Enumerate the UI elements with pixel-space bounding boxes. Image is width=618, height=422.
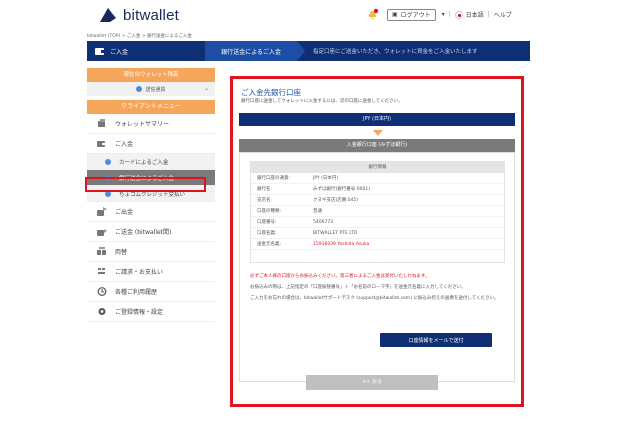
sidebar-item-transfer[interactable]: ご送金 (bitwallet間) xyxy=(87,222,215,242)
settings-icon xyxy=(97,307,107,316)
summary-icon xyxy=(97,119,107,128)
currency-bar: JPY (日本円) xyxy=(239,113,515,126)
sidebar-item-invoice[interactable]: ご請求・お支払い xyxy=(87,262,215,282)
step-bar: ご入金 銀行送金によるご入金 指定口座にご送金いただき、ウォレットに資金をご入金… xyxy=(87,41,530,61)
step-description: 指定口座にご送金いただき、ウォレットに資金をご入金いたします xyxy=(313,49,478,55)
language-selector[interactable]: 日本語 xyxy=(466,10,484,19)
sidebar-item-label: ご送金 (bitwallet間) xyxy=(115,229,172,236)
sidebar-item-label: ご入金 xyxy=(115,141,134,148)
exchange-icon xyxy=(97,247,107,256)
arrow-down-icon xyxy=(373,130,383,136)
notification-bell-icon[interactable] xyxy=(366,8,379,21)
sidebar-item-card-deposit[interactable]: カードによるご入金 xyxy=(87,154,215,170)
brand-name: bitwallet xyxy=(123,6,179,24)
currency-icon xyxy=(136,86,143,92)
step-deposit: ご入金 xyxy=(87,41,205,61)
bitwallet-logo-icon xyxy=(98,6,118,24)
row-key: 銀行口座の通貨: xyxy=(257,176,291,181)
invoice-icon xyxy=(97,267,107,276)
step-deposit-label: ご入金 xyxy=(110,48,129,56)
sidebar-item-label: ご請求・お支払い xyxy=(115,269,164,276)
wallet-balance-heading: 現在のウォレット残高 xyxy=(87,68,215,82)
email-account-info-button[interactable]: 口座情報をメールで送付 xyxy=(380,333,492,347)
language-chevron-icon: ▾ xyxy=(441,11,445,18)
step-bank-transfer-label: 銀行送金によるご入金 xyxy=(221,48,281,56)
sidebar-item-label: カードによるご入金 xyxy=(119,159,169,166)
row-key: 口座番号: xyxy=(257,220,277,225)
row-key: 銀行名: xyxy=(257,187,273,192)
logout-icon: ▣ xyxy=(392,11,398,18)
warning-note: 必ずご本人様の口座からお振込みください。第三者によるご入金は受付いたしかねます。 xyxy=(250,274,430,279)
row-value: 5406773 xyxy=(313,219,334,225)
deposit-icon xyxy=(97,139,107,148)
table-row: 口座名義: BITWALLET PTE LTD xyxy=(251,228,504,239)
bank-info-table: 銀行情報 銀行口座の通貨: JPY (日本円) 銀行名: みずほ銀行(銀行番号:… xyxy=(250,161,505,263)
sidebar-item-exchange[interactable]: 両替 xyxy=(87,242,215,262)
row-value: JPY (日本円) xyxy=(313,176,339,181)
bank-account-bar: 入金銀行口座 (みずほ銀行) xyxy=(239,139,515,152)
wallet-currency-select[interactable]: 送信通貨 ⌄ xyxy=(87,82,215,96)
logout-label: ログアウト xyxy=(400,12,431,19)
table-row: 送金元名義: 15916039 Yoshida Asuka xyxy=(251,239,504,250)
step-bank-transfer: 銀行送金によるご入金 xyxy=(205,41,305,61)
table-row: 支店名: クヌギ支店(店番:045) xyxy=(251,195,504,206)
wallet-icon xyxy=(95,47,105,55)
circle-icon xyxy=(105,158,111,165)
header-controls: ▣ ログアウト ▾ | 日本語 | ヘルプ xyxy=(366,8,512,21)
sidebar-item-label: 両替 xyxy=(115,249,128,256)
row-value: 15916039 Yoshida Asuka xyxy=(313,241,370,247)
table-row: 口座の種類: 普通 xyxy=(251,206,504,217)
table-row: 銀行名: みずほ銀行(銀行番号:0001) xyxy=(251,184,504,195)
wallet-currency-label: 送信通貨 xyxy=(145,86,166,93)
client-menu-heading: クライアントメニュー xyxy=(87,100,215,114)
logo[interactable]: bitwallet xyxy=(98,6,179,24)
top-header: bitwallet ▣ ログアウト ▾ | 日本語 | ヘルプ xyxy=(0,0,618,34)
table-row: 銀行口座の通貨: JPY (日本円) xyxy=(251,173,504,184)
logout-button[interactable]: ▣ ログアウト xyxy=(387,8,436,21)
sidebar-item-label: ご登録情報・設定 xyxy=(115,309,164,316)
sidebar-item-label: ウォレットサマリー xyxy=(115,121,170,128)
divider: | xyxy=(448,11,451,18)
row-key: 送金元名義: xyxy=(257,242,282,247)
divider: | xyxy=(487,11,490,18)
back-button[interactable]: << 戻る xyxy=(306,375,438,390)
withdraw-icon xyxy=(97,207,107,216)
sidebar-item-settings[interactable]: ご登録情報・設定 xyxy=(87,302,215,322)
japan-flag-icon xyxy=(454,10,463,19)
info-note: ご入力をお忘れの場合は、bitwalletサポートデスク (support@bi… xyxy=(250,296,499,301)
help-link[interactable]: ヘルプ xyxy=(494,10,512,19)
row-value: クヌギ支店(店番:045) xyxy=(313,198,359,203)
history-icon xyxy=(97,287,107,296)
chevron-down-icon: ⌄ xyxy=(203,85,209,92)
bank-info-heading: 銀行情報 xyxy=(251,162,504,173)
sidebar: 現在のウォレット残高 送信通貨 ⌄ クライアントメニュー ウォレットサマリー ご… xyxy=(85,68,215,322)
sidebar-item-label: ご出金 xyxy=(115,209,134,216)
page-title: ご入金先銀行口座 xyxy=(241,88,301,97)
info-note: お振込みの際は、上記指定の「口座振替番号」＋「お名前のローマ字」を送金元名義に入… xyxy=(250,285,466,290)
sidebar-item-withdraw[interactable]: ご出金 xyxy=(87,202,215,222)
table-row: 口座番号: 5406773 xyxy=(251,217,504,228)
transfer-icon xyxy=(97,227,107,236)
highlight-box xyxy=(85,177,206,192)
breadcrumb[interactable]: bitwallet (TOP) > ご入金 > 銀行送金によるご入金 xyxy=(87,33,192,39)
bank-info-card: 銀行情報 銀行口座の通貨: JPY (日本円) 銀行名: みずほ銀行(銀行番号:… xyxy=(239,152,515,382)
sidebar-item-label: 各種ご利用履歴 xyxy=(115,289,158,296)
row-key: 支店名: xyxy=(257,198,273,203)
row-key: 口座の種類: xyxy=(257,209,282,214)
sidebar-item-deposit[interactable]: ご入金 xyxy=(87,134,215,154)
row-value: BITWALLET PTE LTD xyxy=(313,230,358,236)
sidebar-item-summary[interactable]: ウォレットサマリー xyxy=(87,114,215,134)
page-subtitle: 銀行口座に送金してウォレットに入金するには、次の口座に送金してください。 xyxy=(241,99,403,104)
sidebar-item-history[interactable]: 各種ご利用履歴 xyxy=(87,282,215,302)
row-key: 口座名義: xyxy=(257,231,277,236)
row-value: 普通 xyxy=(313,209,322,214)
row-value: みずほ銀行(銀行番号:0001) xyxy=(313,187,370,192)
notes: 必ずご本人様の口座からお振込みください。第三者によるご入金は受付いたしかねます。… xyxy=(250,273,505,306)
main-panel: ご入金先銀行口座 銀行口座に送金してウォレットに入金するには、次の口座に送金して… xyxy=(230,76,524,407)
